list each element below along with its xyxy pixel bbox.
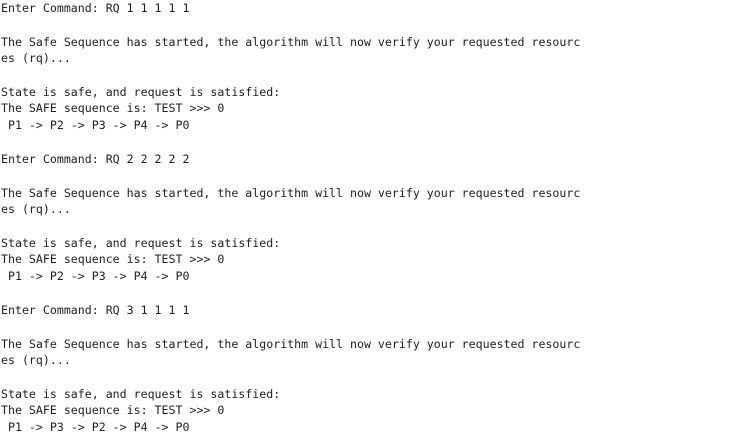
output-line: The SAFE sequence is: TEST >>> 0 (1, 252, 225, 266)
output-line: The Safe Sequence has started, the algor… (1, 35, 581, 49)
safe-sequence-line: P1 -> P2 -> P3 -> P4 -> P0 (1, 269, 190, 283)
command-line: Enter Command: RQ 1 1 1 1 1 (1, 1, 190, 15)
safe-sequence-line: P1 -> P2 -> P3 -> P4 -> P0 (1, 118, 190, 132)
output-line: State is safe, and request is satisfied: (1, 85, 281, 99)
output-line: State is safe, and request is satisfied: (1, 387, 281, 401)
output-line: The Safe Sequence has started, the algor… (1, 337, 581, 351)
safe-sequence-line: P1 -> P3 -> P2 -> P4 -> P0 (1, 420, 190, 434)
command-line: Enter Command: RQ 2 2 2 2 2 (1, 152, 190, 166)
console-output: Enter Command: RQ 1 1 1 1 1 The Safe Seq… (0, 0, 733, 447)
output-line: The SAFE sequence is: TEST >>> 0 (1, 101, 225, 115)
output-line: es (rq)... (1, 202, 71, 216)
command-line: Enter Command: RQ 3 1 1 1 1 (1, 303, 190, 317)
output-line: es (rq)... (1, 51, 71, 65)
output-line: The Safe Sequence has started, the algor… (1, 186, 581, 200)
output-line: State is safe, and request is satisfied: (1, 236, 281, 250)
output-line: es (rq)... (1, 353, 71, 367)
output-line: The SAFE sequence is: TEST >>> 0 (1, 403, 225, 417)
